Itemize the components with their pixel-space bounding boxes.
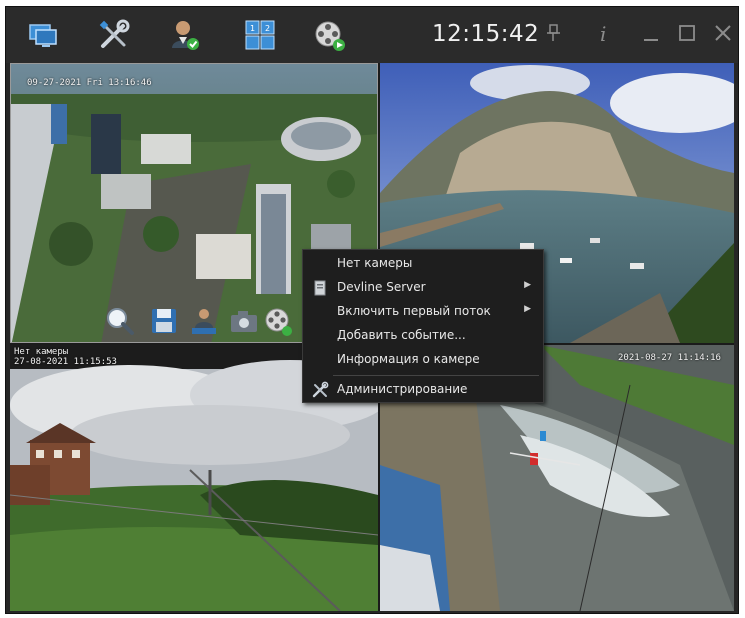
camera-snapshot-icon[interactable] [227, 304, 261, 338]
video-surveillance-window: 1 2 12:15:42 i 09-27-2021 Fri 13:16:46 Н… [5, 6, 739, 614]
server-icon [311, 279, 329, 297]
user-check-icon[interactable] [166, 17, 202, 53]
menu-item-label: Нет камеры [337, 256, 413, 270]
menu-item-label: Администрирование [337, 382, 468, 396]
film-reel-icon[interactable] [261, 304, 295, 338]
minimize-icon[interactable] [640, 21, 662, 45]
camera-toolbar [103, 304, 303, 342]
layout-grid-icon[interactable]: 1 2 [242, 17, 278, 53]
camera-3-caption: Нет камеры [14, 347, 69, 357]
camera-context-menu: Нет камеры Devline Server ▶ Включить пер… [302, 249, 544, 403]
save-icon[interactable] [147, 304, 181, 338]
close-icon[interactable] [712, 21, 734, 45]
main-toolbar: 1 2 12:15:42 i [6, 7, 738, 63]
menu-item-administration[interactable]: Администрирование [303, 378, 543, 402]
menu-item-devline-server[interactable]: Devline Server ▶ [303, 276, 543, 300]
menu-separator [333, 375, 539, 376]
tools-icon[interactable] [96, 17, 132, 53]
menu-item-label: Добавить событие... [337, 328, 466, 342]
svg-text:i: i [600, 22, 606, 45]
camera-1-timestamp: 09-27-2021 Fri 13:16:46 [27, 78, 152, 88]
menu-item-label: Информация о камере [337, 352, 480, 366]
svg-text:2: 2 [265, 24, 270, 33]
tools-icon [311, 381, 329, 399]
clock: 12:15:42 [432, 21, 540, 47]
camera-3-timestamp: 27-08-2021 11:15:53 [14, 357, 117, 367]
menu-item-label: Devline Server [337, 280, 426, 294]
maximize-icon[interactable] [676, 21, 698, 45]
submenu-arrow-icon: ▶ [524, 304, 531, 314]
submenu-arrow-icon: ▶ [524, 280, 531, 290]
menu-item-no-camera[interactable]: Нет камеры [303, 252, 543, 276]
svg-text:1: 1 [250, 24, 255, 33]
menu-item-enable-first-stream[interactable]: Включить первый поток ▶ [303, 300, 543, 324]
menu-item-add-event[interactable]: Добавить событие... [303, 324, 543, 348]
user-upload-icon[interactable] [187, 304, 221, 338]
menu-item-camera-info[interactable]: Информация о камере [303, 348, 543, 372]
menu-item-label: Включить первый поток [337, 304, 491, 318]
camera-4-timestamp: 2021-08-27 11:14:16 [618, 353, 721, 363]
monitors-icon[interactable] [26, 17, 62, 53]
info-icon[interactable]: i [594, 21, 616, 46]
pin-icon[interactable] [542, 21, 564, 45]
zoom-icon[interactable] [103, 304, 137, 338]
camera-grid: 09-27-2021 Fri 13:16:46 Нет камеры 27-08… [10, 63, 734, 611]
film-reel-play-icon[interactable] [312, 17, 348, 53]
